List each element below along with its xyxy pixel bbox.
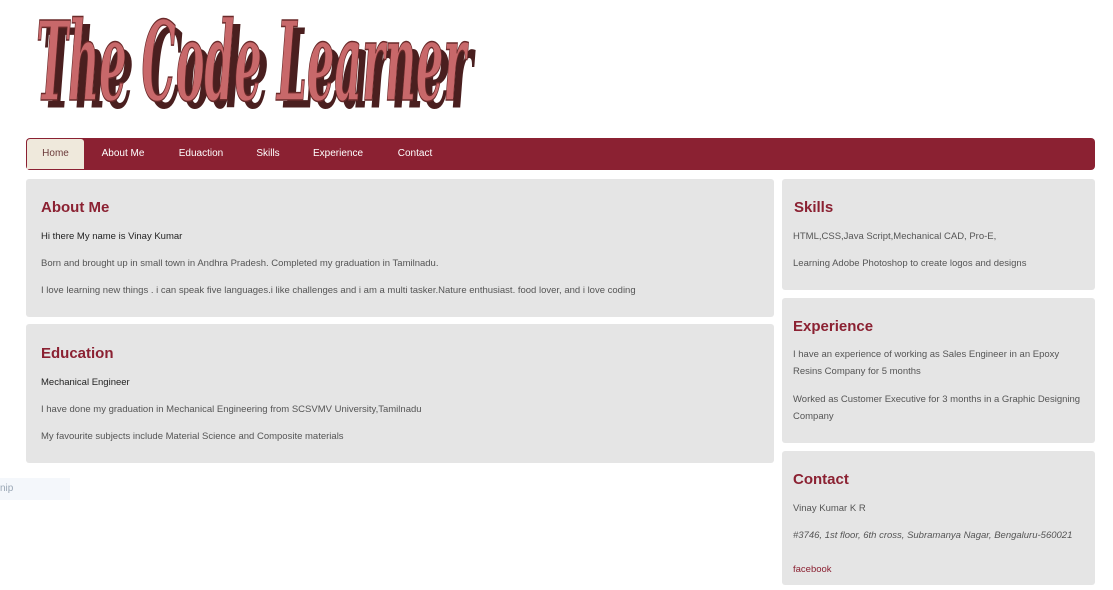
experience-paragraph-2: Worked as Customer Executive for 3 month…: [793, 394, 1081, 422]
nav-about-me[interactable]: About Me: [92, 139, 154, 169]
contact-address: #3746, 1st floor, 6th cross, Subramanya …: [793, 530, 1073, 541]
contact-panel: Contact Vinay Kumar K R #3746, 1st floor…: [782, 451, 1095, 585]
nav-experience[interactable]: Experience: [304, 139, 372, 169]
contact-links: facebook: [793, 564, 832, 575]
about-intro: Hi there My name is Vinay Kumar: [41, 231, 183, 242]
nav-contact[interactable]: Contact: [388, 139, 442, 169]
nav-education[interactable]: Eduaction: [170, 139, 232, 169]
contact-name: Vinay Kumar K R: [793, 503, 866, 514]
facebook-link[interactable]: facebook: [793, 564, 832, 575]
skills-paragraph-1: HTML,CSS,Java Script,Mechanical CAD, Pro…: [793, 231, 997, 242]
education-degree: Mechanical Engineer: [41, 377, 130, 388]
education-panel: Education Mechanical Engineer I have don…: [26, 324, 774, 463]
skills-paragraph-2: Learning Adobe Photoshop to create logos…: [793, 258, 1027, 269]
education-paragraph-1: I have done my graduation in Mechanical …: [41, 404, 422, 415]
about-panel: About Me Hi there My name is Vinay Kumar…: [26, 179, 774, 317]
site-logo: The Code Learner The Code Learner: [30, 0, 490, 134]
contact-title: Contact: [793, 471, 849, 488]
nav-skills[interactable]: Skills: [248, 139, 288, 169]
experience-panel: Experience I have an experience of worki…: [782, 298, 1095, 443]
about-paragraph-2: I love learning new things . i can speak…: [41, 285, 636, 296]
education-paragraph-2: My favourite subjects include Material S…: [41, 431, 344, 442]
main-nav: Home About Me Eduaction Skills Experienc…: [26, 138, 1095, 170]
experience-paragraph-1: I have an experience of working as Sales…: [793, 349, 1060, 377]
logo-graphic: The Code Learner The Code Learner: [35, 0, 475, 134]
about-title: About Me: [41, 199, 110, 216]
nav-home[interactable]: Home: [27, 139, 84, 169]
experience-title: Experience: [793, 318, 874, 335]
logo-text: The Code Learner: [36, 0, 469, 127]
skills-panel: Skills HTML,CSS,Java Script,Mechanical C…: [782, 179, 1095, 290]
education-title: Education: [41, 345, 114, 362]
about-paragraph-1: Born and brought up in small town in And…: [41, 258, 439, 269]
snip-tool-fragment: nip: [0, 478, 70, 500]
skills-title: Skills: [794, 199, 834, 216]
